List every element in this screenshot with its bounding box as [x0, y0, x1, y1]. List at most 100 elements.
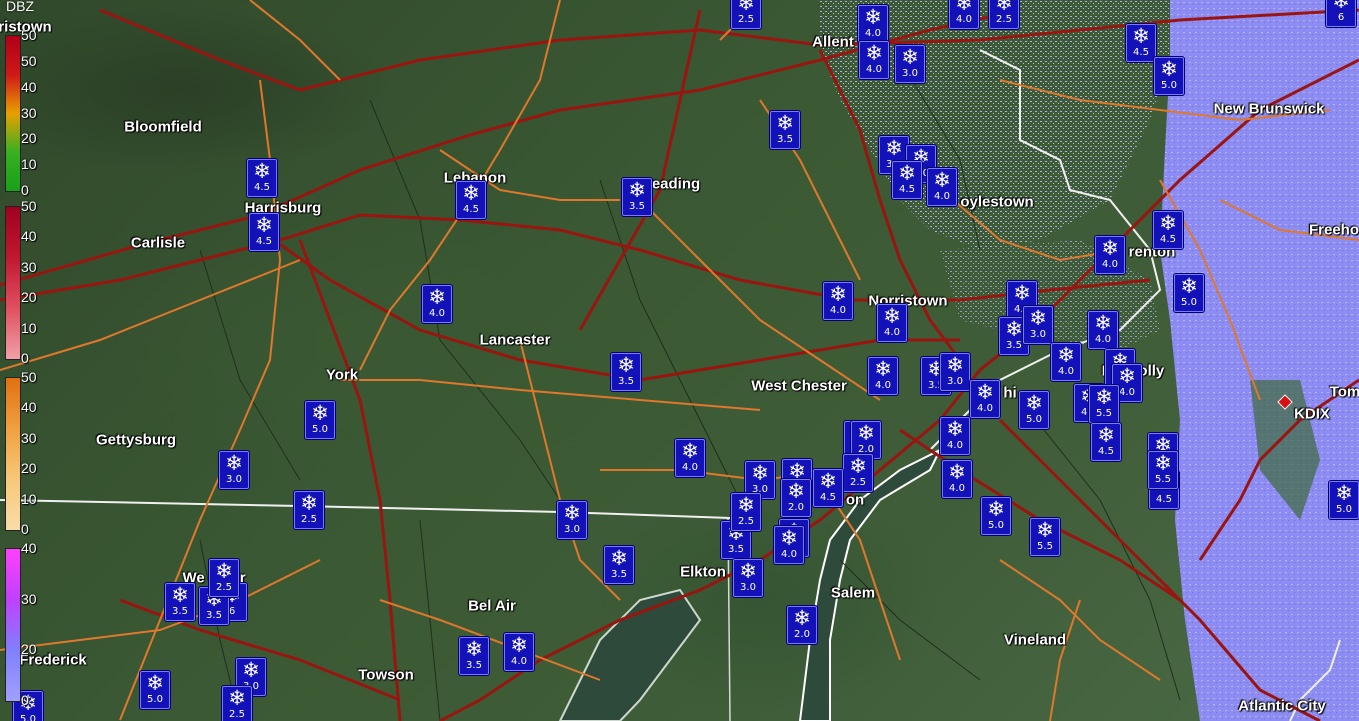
snow-report-marker[interactable]: ❄4.0 [858, 5, 888, 43]
snow-report-marker[interactable]: ❄2.5 [843, 454, 873, 492]
snowflake-icon: ❄ [1335, 481, 1353, 505]
snow-report-marker[interactable]: ❄4.0 [859, 41, 889, 79]
snow-report-marker[interactable]: ❄3.0 [219, 451, 249, 489]
snow-report-value: 3.0 [564, 524, 580, 535]
snowflake-icon: ❄ [1095, 385, 1113, 409]
snowflake-icon: ❄ [793, 606, 811, 630]
snow-report-value: 3.5 [777, 134, 793, 145]
snowflake-icon: ❄ [1005, 317, 1023, 341]
snowflake-icon: ❄ [255, 213, 273, 237]
snow-report-marker[interactable]: ❄3.0 [733, 559, 763, 597]
snow-report-value: 4.5 [256, 236, 272, 247]
snow-report-marker[interactable]: ❄ 2.0 [787, 606, 817, 644]
snow-report-marker[interactable]: ❄ 3.5 [604, 546, 634, 584]
snow-report-marker[interactable]: ❄5.0 [1174, 274, 1204, 312]
snow-report-value: 3.0 [1030, 329, 1046, 340]
snow-report-value: 5.0 [147, 694, 163, 705]
snow-report-marker[interactable]: ❄6 [1326, 0, 1356, 27]
snow-report-marker[interactable]: ❄4.5 [892, 161, 922, 199]
snow-report-value: 5.0 [1026, 414, 1042, 425]
snowflake-icon: ❄ [874, 357, 892, 381]
snow-report-marker[interactable]: ❄4.5 [1091, 423, 1121, 461]
snowflake-icon: ❄ [1097, 423, 1115, 447]
city-label-new-brunswick: New Brunswick [1213, 100, 1325, 118]
snow-report-marker[interactable]: ❄ 3.5 [459, 637, 489, 675]
snow-report-value: 3.5 [172, 606, 188, 617]
snow-report-marker[interactable]: ❄2.5 [731, 493, 761, 531]
snow-report-marker[interactable]: ❄4.0 [877, 304, 907, 342]
snowflake-icon: ❄ [780, 526, 798, 550]
snowflake-icon: ❄ [987, 497, 1005, 521]
snow-report-marker[interactable]: ❄ 5.5 [1089, 385, 1119, 423]
snow-report-value: 3.5 [206, 610, 222, 621]
snow-report-marker[interactable]: ❄4.0 [1095, 236, 1125, 274]
snowflake-icon: ❄ [563, 501, 581, 525]
radar-map[interactable]: KDIX ristown Bloomfield Harrisburg Carlisle… [0, 0, 1359, 721]
snow-report-value: 3.5 [611, 569, 627, 580]
snow-report-marker[interactable]: ❄4.0 [504, 633, 534, 671]
snowflake-icon: ❄ [883, 304, 901, 328]
snow-report-value: 4.0 [884, 327, 900, 338]
snow-report-marker[interactable]: ❄2.5 [222, 686, 252, 721]
snow-report-marker[interactable]: ❄4.0 [927, 168, 957, 206]
snow-report-marker[interactable]: ❄5.0 [1329, 481, 1359, 519]
snow-report-marker[interactable]: ❄4.5 [813, 469, 843, 507]
snow-report-marker[interactable]: ❄5.0 [305, 401, 335, 439]
snow-report-marker[interactable]: ❄4.0 [1051, 343, 1081, 381]
snow-report-marker[interactable]: ❄4.0 [774, 526, 804, 564]
snow-report-marker[interactable]: ❄5.0 [1154, 57, 1184, 95]
snow-report-marker[interactable]: ❄ 3.5 [770, 111, 800, 149]
city-label-bloomfield: Bloomfield [124, 118, 202, 136]
city-label-toms-river: Tom [1329, 383, 1359, 401]
snow-report-marker[interactable]: ❄2.5 [294, 491, 324, 529]
snow-report-marker[interactable]: ❄ 3.5 [165, 583, 195, 621]
snow-report-marker[interactable]: ❄5.0 [140, 671, 170, 709]
snow-report-marker[interactable]: ❄ 5.5 [1148, 451, 1178, 489]
snowflake-icon: ❄ [864, 5, 882, 29]
snow-report-marker[interactable]: ❄ 2.0 [781, 479, 811, 517]
snow-report-marker[interactable]: ❄ 3.5 [622, 178, 652, 216]
snow-report-marker[interactable]: ❄4.5 [1153, 211, 1183, 249]
snow-report-marker[interactable]: ❄2.5 [731, 0, 761, 29]
city-label-philadelphia: hi [1003, 384, 1017, 402]
snow-report-marker[interactable]: ❄5.0 [981, 497, 1011, 535]
snow-report-marker[interactable]: ❄4.5 [247, 159, 277, 197]
snow-report-value: 3.5 [629, 201, 645, 212]
snow-report-marker[interactable]: ❄4.0 [422, 285, 452, 323]
snow-report-value: 2.0 [788, 502, 804, 513]
snow-report-marker[interactable]: ❄4.5 [456, 181, 486, 219]
snowflake-icon: ❄ [737, 493, 755, 517]
snow-report-marker[interactable]: ❄ 5.5 [1030, 518, 1060, 556]
legend-scale-ice: 50 40 30 20 10 0 [0, 369, 48, 537]
snowflake-icon: ❄ [681, 439, 699, 463]
snow-report-marker[interactable]: ❄4.0 [942, 460, 972, 498]
snow-report-marker[interactable]: ❄3.0 [895, 45, 925, 83]
snow-report-value: 4.0 [1119, 387, 1135, 398]
snow-report-marker[interactable]: ❄2.5 [989, 0, 1019, 29]
snow-report-marker[interactable]: ❄3.0 [1023, 306, 1053, 344]
snow-report-marker[interactable]: ❄4.0 [940, 417, 970, 455]
snow-report-marker[interactable]: ❄4.0 [1088, 311, 1118, 349]
snowflake-icon: ❄ [242, 658, 260, 682]
snowflake-icon: ❄ [865, 41, 883, 65]
city-label-gettysburg: Gettysburg [95, 431, 177, 449]
snow-report-marker[interactable]: ❄2.5 [209, 559, 239, 597]
snow-report-marker[interactable]: ❄4.0 [868, 357, 898, 395]
snowflake-icon: ❄ [933, 168, 951, 192]
legend-tick-label: 0 [21, 521, 29, 537]
snow-report-marker[interactable]: ❄4.5 [249, 213, 279, 251]
snow-report-marker[interactable]: ❄5.0 [1019, 391, 1049, 429]
snow-report-marker[interactable]: ❄4.5 [1126, 24, 1156, 62]
snowflake-icon: ❄ [311, 401, 329, 425]
snow-report-marker[interactable]: ❄ 3.5 [611, 353, 641, 391]
snow-report-marker[interactable]: ❄3.0 [940, 353, 970, 391]
snow-report-marker[interactable]: ❄3.0 [557, 501, 587, 539]
legend-tick-label: 30 [21, 429, 37, 446]
snow-report-marker[interactable]: ❄4.0 [949, 0, 979, 29]
legend-scale-mix: 50 40 30 20 10 0 [0, 198, 48, 366]
snow-report-marker[interactable]: ❄4.0 [675, 439, 705, 477]
legend-tick-label: 20 [21, 641, 37, 658]
snow-report-marker[interactable]: ❄4.0 [823, 282, 853, 320]
snow-report-value: 2.5 [850, 477, 866, 488]
snow-report-marker[interactable]: ❄4.0 [970, 380, 1000, 418]
